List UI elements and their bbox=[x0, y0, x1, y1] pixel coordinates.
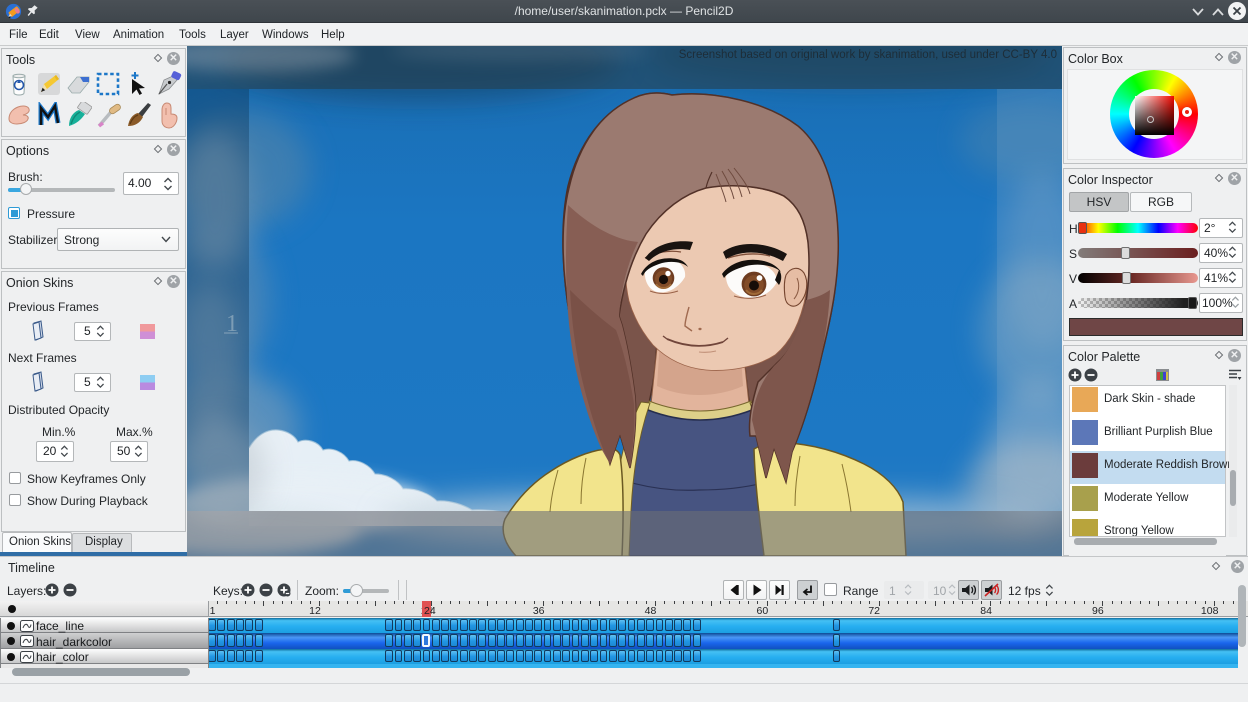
svg-text:Screenshot based on original w: Screenshot based on original work by ska… bbox=[679, 49, 1057, 61]
